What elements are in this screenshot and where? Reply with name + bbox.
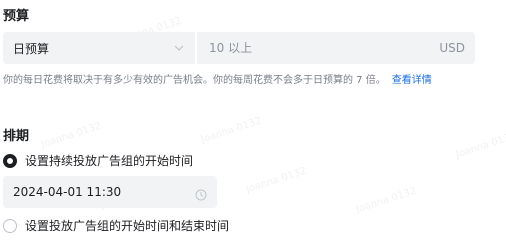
- schedule-section-title: 排期: [3, 129, 30, 144]
- chevron-down-icon: [173, 42, 185, 54]
- watermark: Joanna 0132: [454, 130, 506, 161]
- budget-amount-field: USD: [197, 32, 475, 64]
- budget-hint-text: 你的每日花费将取决于有多少有效的广告机会。你的每周花费不会多于日预算的 7 倍。: [3, 75, 386, 86]
- schedule-option-range-label: 设置投放广告组的开始时间和结束时间: [25, 219, 230, 233]
- schedule-option-range[interactable]: 设置投放广告组的开始时间和结束时间: [3, 217, 229, 234]
- start-datetime-value: 2024-04-01 11:30: [13, 185, 122, 199]
- schedule-option-continuous-label: 设置持续投放广告组的开始时间: [25, 154, 194, 168]
- budget-row: 日预算 USD: [3, 32, 475, 64]
- start-datetime-field[interactable]: 2024-04-01 11:30: [3, 176, 217, 208]
- watermark: Joanna 0132: [39, 120, 103, 151]
- budget-type-label: 日预算: [13, 41, 50, 56]
- radio-checked-icon[interactable]: [3, 153, 17, 168]
- watermark: Joanna 0132: [354, 185, 418, 216]
- budget-section-title: 预算: [3, 9, 30, 24]
- currency-label: USD: [439, 41, 465, 55]
- budget-amount-input[interactable]: [209, 41, 369, 55]
- budget-hint: 你的每日花费将取决于有多少有效的广告机会。你的每周花费不会多于日预算的 7 倍。…: [3, 71, 432, 86]
- watermark: Joanna 0132: [244, 165, 308, 196]
- schedule-option-continuous[interactable]: 设置持续投放广告组的开始时间: [3, 152, 193, 169]
- budget-type-select[interactable]: 日预算: [3, 32, 195, 64]
- clock-icon: [195, 186, 207, 201]
- learn-more-link[interactable]: 查看详情: [392, 75, 432, 86]
- watermark: Joanna 0132: [199, 115, 263, 146]
- radio-unchecked-icon[interactable]: [3, 218, 17, 233]
